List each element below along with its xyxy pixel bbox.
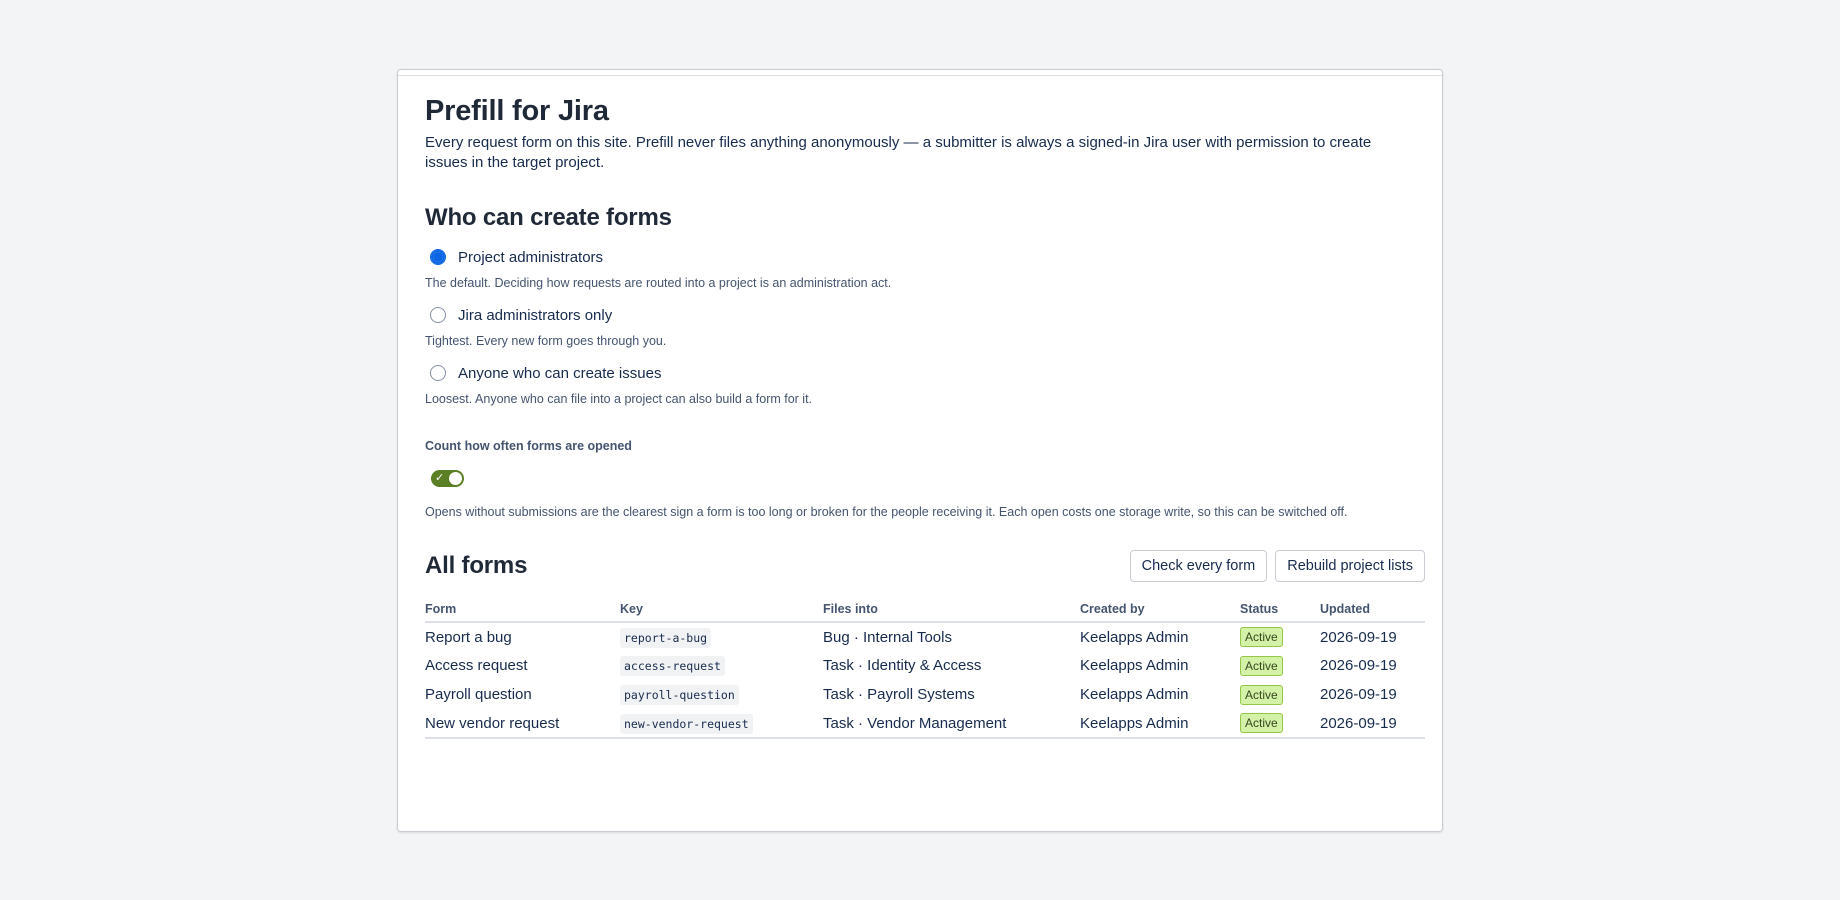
panel-divider bbox=[398, 75, 1442, 76]
updated-date: 2026-09-19 bbox=[1320, 657, 1397, 674]
updated-date: 2026-09-19 bbox=[1320, 686, 1397, 703]
radio-button[interactable] bbox=[430, 365, 446, 381]
panel-content: Prefill for Jira Every request form on t… bbox=[425, 94, 1425, 739]
radio-button[interactable] bbox=[430, 307, 446, 323]
status-cell: Active bbox=[1240, 651, 1320, 680]
column-header-updated[interactable]: Updated bbox=[1320, 598, 1425, 623]
form-key-cell: access-request bbox=[620, 651, 823, 680]
form-name[interactable]: Access request bbox=[425, 651, 620, 680]
radio-jira-administrators-only[interactable]: Jira administrators only bbox=[425, 304, 1425, 326]
toggle-knob bbox=[449, 472, 462, 485]
all-forms-heading: All forms bbox=[425, 552, 528, 579]
created-by: Keelapps Admin bbox=[1080, 686, 1189, 703]
radio-label: Anyone who can create issues bbox=[458, 364, 662, 382]
all-forms-header: All forms Check every form Rebuild proje… bbox=[425, 550, 1425, 582]
column-header-files-into[interactable]: Files into bbox=[823, 598, 1080, 623]
files-into: Task · Payroll Systems bbox=[823, 686, 975, 703]
files-into: Task · Identity & Access bbox=[823, 657, 982, 674]
column-header-key[interactable]: Key bbox=[620, 598, 823, 623]
radio-label: Project administrators bbox=[458, 248, 604, 266]
created-by: Keelapps Admin bbox=[1080, 709, 1240, 739]
form-name[interactable]: New vendor request bbox=[425, 709, 620, 739]
rebuild-project-lists-button[interactable]: Rebuild project lists bbox=[1275, 550, 1425, 582]
status-badge: Active bbox=[1240, 655, 1283, 676]
form-key: new-vendor-request bbox=[620, 713, 753, 734]
radio-project-administrators[interactable]: Project administrators bbox=[425, 246, 1425, 268]
status-badge: Active bbox=[1240, 713, 1283, 733]
who-can-create-section: Who can create forms Project administrat… bbox=[425, 203, 1425, 407]
form-name[interactable]: Payroll question bbox=[425, 680, 620, 709]
column-header-form[interactable]: Form bbox=[425, 598, 620, 623]
status-badge: Active bbox=[1240, 627, 1283, 647]
files-into: Bug · Internal Tools bbox=[823, 628, 952, 646]
created-by: Keelapps Admin bbox=[1080, 657, 1189, 674]
created-by: Keelapps Admin bbox=[1080, 628, 1189, 646]
forms-actions: Check every form Rebuild project lists bbox=[1129, 550, 1425, 582]
table-row[interactable]: Access request access-request Task · Ide… bbox=[425, 651, 1425, 680]
column-header-status[interactable]: Status bbox=[1240, 598, 1320, 623]
settings-panel: Prefill for Jira Every request form on t… bbox=[397, 69, 1443, 832]
form-name[interactable]: Report a bug bbox=[425, 622, 620, 651]
who-can-create-heading: Who can create forms bbox=[425, 204, 672, 231]
check-icon: ✓ bbox=[435, 472, 445, 484]
files-into: Task · Vendor Management bbox=[823, 709, 1080, 739]
radio-label: Jira administrators only bbox=[458, 306, 613, 324]
status-cell: Active bbox=[1240, 622, 1320, 651]
radio-help-text: Loosest. Anyone who can file into a proj… bbox=[425, 392, 813, 406]
radio-anyone-who-can-create-issues[interactable]: Anyone who can create issues bbox=[425, 362, 1425, 384]
updated-date: 2026-09-19 bbox=[1320, 709, 1425, 739]
table-header-row: Form Key Files into Created by Status Up… bbox=[425, 598, 1425, 623]
open-count-toggle[interactable]: ✓ bbox=[431, 470, 464, 487]
page-title: Prefill for Jira bbox=[425, 95, 609, 127]
form-key: report-a-bug bbox=[620, 627, 712, 648]
table-row[interactable]: Payroll question payroll-question Task ·… bbox=[425, 680, 1425, 709]
check-every-form-button[interactable]: Check every form bbox=[1129, 550, 1268, 582]
open-count-section: Count how often forms are opened ✓ Opens… bbox=[425, 439, 1425, 520]
form-key-cell: report-a-bug bbox=[620, 622, 823, 651]
status-cell: Active bbox=[1240, 680, 1320, 709]
status-badge: Active bbox=[1240, 684, 1283, 705]
radio-button-selected[interactable] bbox=[430, 249, 446, 265]
radio-help-text: Tightest. Every new form goes through yo… bbox=[425, 334, 667, 348]
form-key-cell: new-vendor-request bbox=[620, 709, 823, 739]
updated-date: 2026-09-19 bbox=[1320, 628, 1397, 646]
page-intro: Every request form on this site. Prefill… bbox=[425, 134, 1372, 171]
form-key: payroll-question bbox=[620, 685, 739, 705]
status-cell: Active bbox=[1240, 709, 1320, 739]
form-key: access-request bbox=[620, 656, 725, 676]
column-header-created-by[interactable]: Created by bbox=[1080, 598, 1240, 623]
table-row[interactable]: Report a bug report-a-bug Bug · Internal… bbox=[425, 622, 1425, 651]
open-count-help: Opens without submissions are the cleare… bbox=[425, 505, 1348, 519]
open-count-label: Count how often forms are opened bbox=[425, 439, 632, 453]
table-row[interactable]: New vendor request new-vendor-request Ta… bbox=[425, 709, 1425, 739]
all-forms-section: All forms Check every form Rebuild proje… bbox=[425, 550, 1425, 739]
radio-help-text: The default. Deciding how requests are r… bbox=[425, 276, 892, 290]
forms-table: Form Key Files into Created by Status Up… bbox=[425, 598, 1425, 739]
form-key-cell: payroll-question bbox=[620, 680, 823, 709]
